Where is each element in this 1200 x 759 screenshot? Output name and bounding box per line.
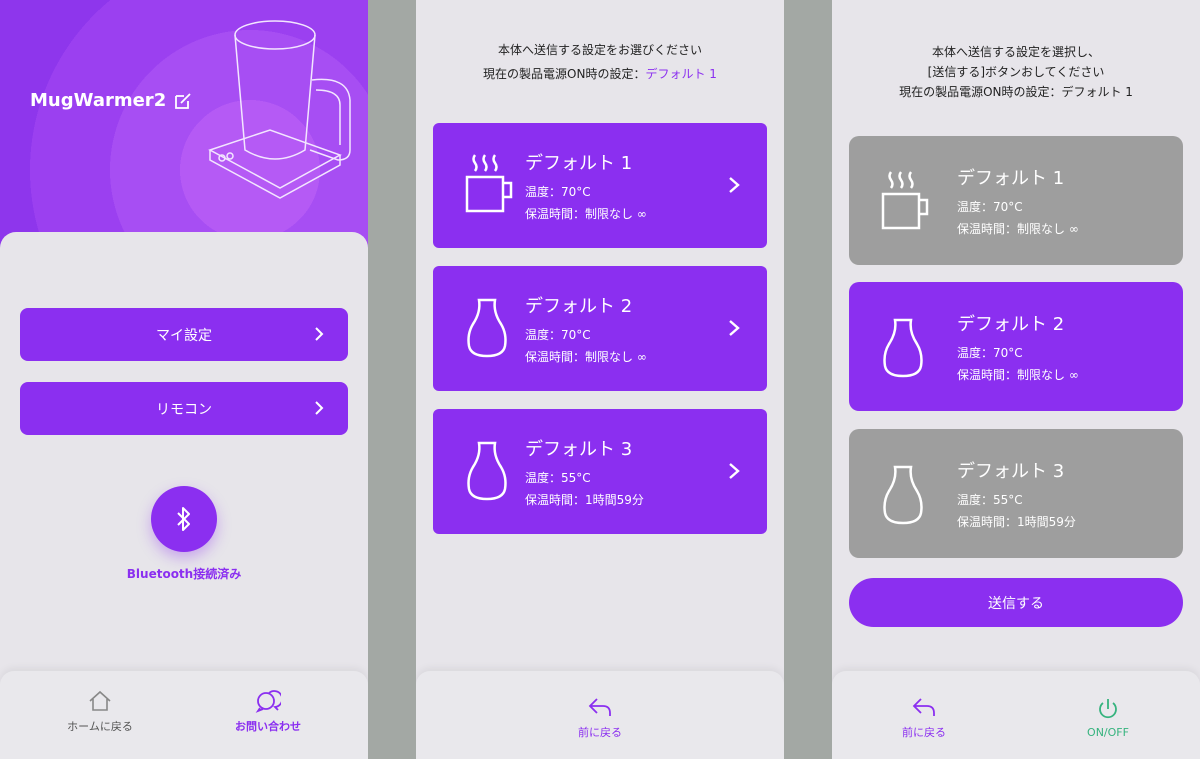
- mug-icon: [881, 171, 929, 230]
- preset-name: デフォルト 1: [525, 153, 633, 174]
- chevron-right-icon: [729, 463, 740, 479]
- preset-temp: 温度：70°C: [525, 185, 591, 199]
- preset-card-2[interactable]: デフォルト 2 温度：70°C 保温時間：制限なし ∞: [433, 266, 767, 391]
- preset-time: 保温時間：制限なし ∞: [957, 222, 1079, 236]
- chat-icon: [255, 690, 281, 713]
- preset-temp: 温度：70°C: [957, 200, 1023, 214]
- preset-name: デフォルト 3: [957, 461, 1065, 482]
- chevron-right-icon: [315, 401, 324, 415]
- back-button[interactable]: 前に戻る: [508, 687, 692, 747]
- chevron-right-icon: [729, 320, 740, 336]
- preset-temp: 温度：70°C: [525, 328, 591, 342]
- instruction-line-1: 本体へ送信する設定を選択し、: [931, 45, 1100, 59]
- current-setting-text: 現在の製品電源ON時の設定：デフォルト 1: [899, 85, 1133, 99]
- preset-time: 保温時間：制限なし ∞: [525, 350, 647, 364]
- chevron-right-icon: [729, 177, 740, 193]
- preset-time: 保温時間：1時間59分: [525, 493, 644, 507]
- bottle-icon: [883, 318, 923, 378]
- back-label: 前に戻る: [902, 726, 946, 739]
- back-label: 前に戻る: [578, 726, 622, 739]
- preset-name: デフォルト 1: [957, 168, 1065, 189]
- preset-select-screen: 本体へ送信する設定をお選びください 現在の製品電源ON時の設定： デフォルト 1 …: [416, 0, 784, 759]
- bluetooth-icon: [177, 507, 190, 531]
- mug-warmer-illustration: [208, 20, 351, 199]
- bluetooth-status: Bluetooth接続済み: [126, 567, 242, 581]
- tab-home-label: ホームに戻る: [67, 720, 133, 733]
- bluetooth-button[interactable]: [151, 486, 217, 552]
- bottom-nav: 前に戻る: [416, 671, 784, 759]
- remote-button[interactable]: リモコン: [20, 382, 348, 435]
- back-arrow-icon: [912, 698, 935, 716]
- my-settings-button[interactable]: マイ設定: [20, 308, 348, 361]
- preset-time: 保温時間：1時間59分: [957, 515, 1076, 529]
- preset-name: デフォルト 2: [525, 296, 633, 317]
- mug-icon: [465, 154, 513, 213]
- power-label: ON/OFF: [1087, 725, 1129, 739]
- back-arrow-icon: [588, 698, 611, 716]
- preset-temp: 温度：70°C: [957, 346, 1023, 360]
- hero-banner: MugWarmer2: [0, 0, 368, 250]
- remote-label: リモコン: [156, 401, 212, 418]
- my-settings-label: マイ設定: [156, 327, 212, 344]
- power-button[interactable]: ON/OFF: [1016, 687, 1200, 747]
- power-icon: [1099, 698, 1117, 718]
- current-setting-prefix: 現在の製品電源ON時の設定：: [483, 67, 646, 81]
- current-setting-text: 現在の製品電源ON時の設定：デフォルト 1: [416, 62, 784, 86]
- preset-temp: 温度：55°C: [525, 471, 591, 485]
- edit-icon[interactable]: [174, 92, 192, 110]
- preset-name: デフォルト 2: [957, 314, 1065, 335]
- preset-time: 保温時間：制限なし ∞: [525, 207, 647, 221]
- chevron-right-icon: [315, 327, 324, 341]
- home-screen: MugWarmer2 マイ設定 リモコン Bluetooth接続済み ホームに戻…: [0, 0, 368, 759]
- preset-time: 保温時間：制限なし ∞: [957, 368, 1079, 382]
- instruction-text: 本体へ送信する設定をお選びください: [497, 43, 702, 57]
- send-button[interactable]: 送信する: [849, 578, 1183, 627]
- preset-card-1[interactable]: デフォルト 1 温度：70°C 保温時間：制限なし ∞: [849, 136, 1183, 265]
- send-label: 送信する: [988, 595, 1044, 612]
- bottle-icon: [883, 465, 923, 525]
- preset-temp: 温度：55°C: [957, 493, 1023, 507]
- send-preset-screen: 本体へ送信する設定を選択し、 [送信する]ボタンおしてください 現在の製品電源O…: [832, 0, 1200, 759]
- current-setting-value: デフォルト 1: [645, 67, 717, 81]
- preset-card-3[interactable]: デフォルト 3 温度：55°C 保温時間：1時間59分: [849, 429, 1183, 558]
- bottle-icon: [467, 441, 507, 501]
- tab-contact-label: お問い合わせ: [235, 720, 301, 733]
- device-name[interactable]: MugWarmer2: [30, 90, 192, 111]
- preset-card-2[interactable]: デフォルト 2 温度：70°C 保温時間：制限なし ∞: [849, 282, 1183, 411]
- bottom-nav: 前に戻る ON/OFF: [832, 671, 1200, 759]
- tab-home[interactable]: ホームに戻る: [8, 681, 192, 741]
- back-button[interactable]: 前に戻る: [832, 687, 1016, 747]
- bottle-icon: [467, 298, 507, 358]
- preset-card-1[interactable]: デフォルト 1 温度：70°C 保温時間：制限なし ∞: [433, 123, 767, 248]
- preset-name: デフォルト 3: [525, 439, 633, 460]
- tab-contact[interactable]: お問い合わせ: [176, 681, 360, 741]
- device-name-label: MugWarmer2: [30, 90, 167, 111]
- preset-card-3[interactable]: デフォルト 3 温度：55°C 保温時間：1時間59分: [433, 409, 767, 534]
- bottom-nav: ホームに戻る お問い合わせ: [0, 671, 368, 759]
- home-icon: [89, 690, 111, 711]
- instruction-line-2: [送信する]ボタンおしてください: [927, 65, 1105, 79]
